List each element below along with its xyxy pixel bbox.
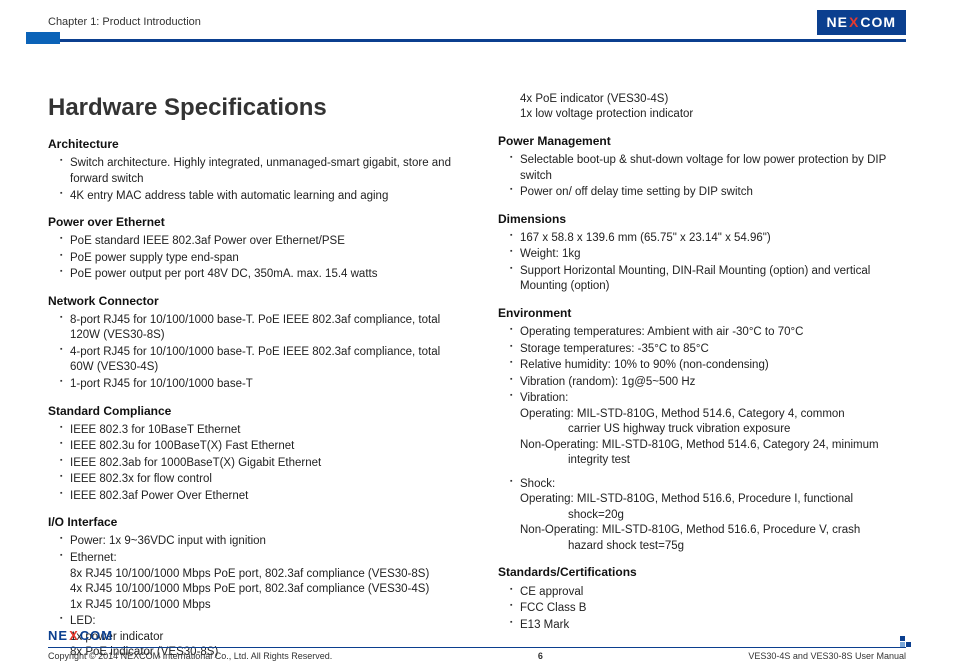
page-number: 6 (538, 650, 543, 662)
side-tab (26, 32, 60, 44)
copyright-text: Copyright © 2014 NEXCOM International Co… (48, 650, 332, 662)
lead-line: 1x low voltage protection indicator (520, 107, 906, 123)
heading-compliance: Standard Compliance (48, 403, 456, 419)
io-eth-line: 4x RJ45 10/100/1000 Mbps PoE port, 802.3… (70, 582, 456, 598)
list-item: Power on/ off delay time setting by DIP … (510, 185, 906, 201)
logo-text-mid: X (849, 13, 859, 32)
page-footer: NEXCOM Copyright © 2014 NEXCOM Internati… (48, 627, 906, 662)
list-item: PoE power supply type end-span (60, 251, 456, 267)
logo-text-left: NE (48, 627, 68, 645)
heading-dimensions: Dimensions (498, 211, 906, 227)
list-item: Switch architecture. Highly integrated, … (60, 156, 456, 187)
page-header: Chapter 1: Product Introduction NEXCOM (48, 10, 906, 42)
list-item: Support Horizontal Mounting, DIN-Rail Mo… (510, 264, 906, 295)
io-led-label: LED: (70, 615, 96, 627)
manual-title: VES30-4S and VES30-8S User Manual (748, 650, 906, 662)
list-item: 167 x 58.8 x 139.6 mm (65.75" x 23.14" x… (510, 231, 906, 247)
continued-lines: 4x PoE indicator (VES30-4S) 1x low volta… (498, 92, 906, 123)
list-item: Relative humidity: 10% to 90% (non-conde… (510, 358, 906, 374)
list-item: Ethernet: 8x RJ45 10/100/1000 Mbps PoE p… (60, 551, 456, 613)
list-item: IEEE 802.3ab for 1000BaseT(X) Gigabit Et… (60, 456, 456, 472)
heading-architecture: Architecture (48, 136, 456, 152)
list-architecture: Switch architecture. Highly integrated, … (48, 156, 456, 204)
vib-line: integrity test (520, 453, 906, 469)
list-item: Weight: 1kg (510, 247, 906, 263)
right-column: 4x PoE indicator (VES30-4S) 1x low volta… (498, 92, 906, 667)
list-item: Operating temperatures: Ambient with air… (510, 325, 906, 341)
vib-line: carrier US highway truck vibration expos… (520, 422, 906, 438)
shock-line: Non-Operating: MIL-STD-810G, Method 516.… (520, 523, 906, 539)
heading-network: Network Connector (48, 293, 456, 309)
list-poe: PoE standard IEEE 802.3af Power over Eth… (48, 234, 456, 283)
vib-label: Vibration: (520, 392, 568, 404)
list-network: 8-port RJ45 for 10/100/1000 base-T. PoE … (48, 313, 456, 393)
list-item: IEEE 802.3 for 10BaseT Ethernet (60, 423, 456, 439)
io-eth-line: 1x RJ45 10/100/1000 Mbps (70, 598, 456, 614)
list-env: Operating temperatures: Ambient with air… (498, 325, 906, 554)
logo-text-mid: X (69, 627, 79, 645)
list-item: PoE standard IEEE 802.3af Power over Eth… (60, 234, 456, 250)
list-item: 4K entry MAC address table with automati… (60, 189, 456, 205)
content-area: Hardware Specifications Architecture Swi… (48, 50, 906, 667)
list-pm: Selectable boot-up & shut-down voltage f… (498, 153, 906, 201)
shock-line: hazard shock test=75g (520, 539, 906, 555)
heading-poe: Power over Ethernet (48, 214, 456, 230)
list-item: Selectable boot-up & shut-down voltage f… (510, 153, 906, 184)
heading-environment: Environment (498, 305, 906, 321)
left-column: Hardware Specifications Architecture Swi… (48, 92, 456, 667)
list-dim: 167 x 58.8 x 139.6 mm (65.75" x 23.14" x… (498, 231, 906, 295)
shock-line: shock=20g (520, 508, 906, 524)
io-eth-label: Ethernet: (70, 552, 117, 564)
brand-logo: NEXCOM (817, 10, 906, 35)
heading-power-management: Power Management (498, 133, 906, 149)
page-title: Hardware Specifications (48, 92, 456, 124)
list-item: Storage temperatures: -35°C to 85°C (510, 342, 906, 358)
logo-text-left: NE (827, 13, 848, 32)
vib-line: Non-Operating: MIL-STD-810G, Method 514.… (520, 438, 906, 454)
list-item: 8-port RJ45 for 10/100/1000 base-T. PoE … (60, 313, 456, 344)
list-item: PoE power output per port 48V DC, 350mA.… (60, 267, 456, 283)
list-item: Shock: Operating: MIL-STD-810G, Method 5… (510, 477, 906, 555)
io-eth-line: 8x RJ45 10/100/1000 Mbps PoE port, 802.3… (70, 567, 456, 583)
list-item: IEEE 802.3af Power Over Ethernet (60, 489, 456, 505)
list-compliance: IEEE 802.3 for 10BaseT Ethernet IEEE 802… (48, 423, 456, 505)
list-item: 1-port RJ45 for 10/100/1000 base-T (60, 377, 456, 393)
heading-standards: Standards/Certifications (498, 564, 906, 580)
list-item: IEEE 802.3u for 100BaseT(X) Fast Etherne… (60, 439, 456, 455)
list-standards: CE approval FCC Class B E13 Mark (498, 585, 906, 634)
lead-line: 4x PoE indicator (VES30-4S) (520, 92, 906, 108)
list-item: Power: 1x 9~36VDC input with ignition (60, 534, 456, 550)
corner-glyph-icon (900, 636, 912, 648)
list-item: IEEE 802.3x for flow control (60, 472, 456, 488)
list-item: Vibration (random): 1g@5~500 Hz (510, 375, 906, 391)
list-item: FCC Class B (510, 601, 906, 617)
shock-label: Shock: (520, 478, 555, 490)
list-item: Vibration: Operating: MIL-STD-810G, Meth… (510, 391, 906, 469)
logo-text-right: COM (80, 627, 113, 645)
list-item: CE approval (510, 585, 906, 601)
heading-io: I/O Interface (48, 514, 456, 530)
footer-logo: NEXCOM (48, 627, 906, 645)
list-item: 4-port RJ45 for 10/100/1000 base-T. PoE … (60, 345, 456, 376)
chapter-label: Chapter 1: Product Introduction (48, 15, 201, 30)
logo-text-right: COM (860, 13, 896, 32)
vib-line: Operating: MIL-STD-810G, Method 514.6, C… (520, 407, 906, 423)
shock-line: Operating: MIL-STD-810G, Method 516.6, P… (520, 492, 906, 508)
